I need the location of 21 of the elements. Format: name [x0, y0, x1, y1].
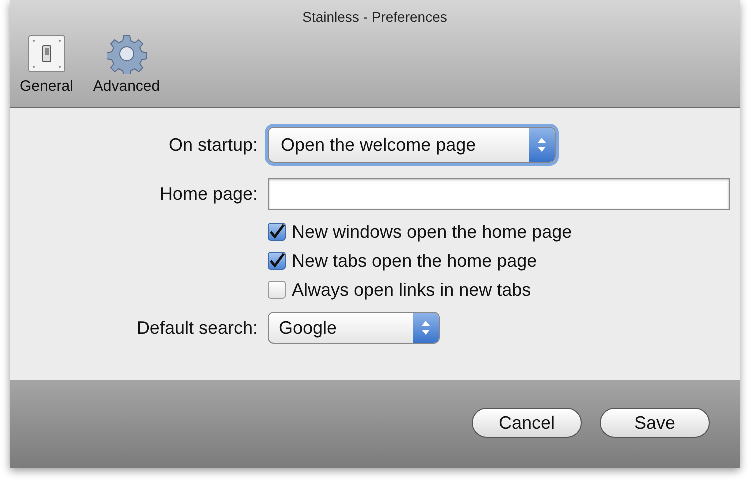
dialog-button[interactable]: Cancel: [472, 408, 582, 438]
stepper-arrows-icon: [420, 319, 432, 337]
checkbox-label: Always open links in new tabs: [292, 278, 532, 302]
dialog-button[interactable]: Save: [600, 408, 710, 438]
gear-icon: [106, 34, 147, 74]
light-switch-icon: [26, 34, 67, 74]
checkbox-label: New windows open the home page: [292, 220, 572, 244]
toolbar-button[interactable]: General: [14, 34, 80, 98]
checkbox[interactable]: [268, 281, 286, 299]
field-label: Default search:: [136, 317, 258, 340]
field-label: Home page:: [160, 183, 258, 206]
search-popup[interactable]: Google: [268, 312, 440, 344]
field-label: On startup:: [168, 134, 258, 157]
startup-popup[interactable]: Open the welcome page: [268, 127, 556, 163]
checkbox-label: New tabs open the home page: [292, 250, 538, 273]
checkbox[interactable]: [268, 252, 286, 270]
toolbar-button[interactable]: Advanced: [87, 34, 166, 98]
stepper-arrows-icon: [536, 136, 548, 154]
window-title: Stainless - Preferences: [302, 8, 448, 27]
checkbox[interactable]: [268, 223, 286, 241]
home-page-field[interactable]: [268, 178, 730, 210]
